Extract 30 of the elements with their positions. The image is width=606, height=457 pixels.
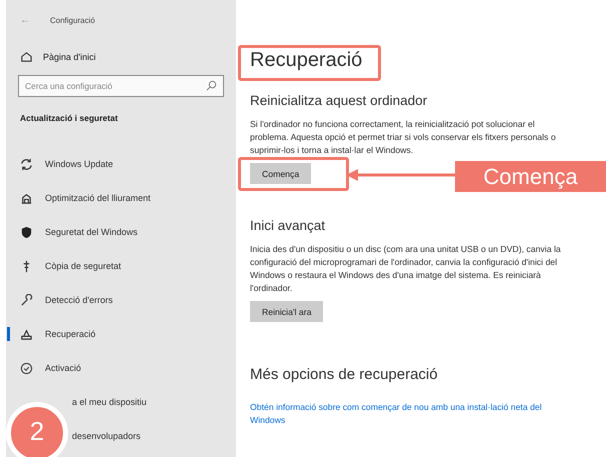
home-link[interactable]: Pàgina d'inici xyxy=(6,50,236,63)
section-heading: Inici avançat xyxy=(250,218,326,233)
sidebar-item[interactable]: Detecció d'errors xyxy=(6,283,236,317)
search-field[interactable]: Cerca una configuració xyxy=(18,75,224,97)
sidebar-item[interactable]: Recuperació xyxy=(6,317,236,351)
callout-label: Comença xyxy=(455,161,606,192)
section-heading: Més opcions de recuperació xyxy=(250,366,439,383)
check-icon xyxy=(20,362,33,374)
description: Si l'ordinador no funciona correctament, la reinicialització pot solucionar el problema. Aquesta opció et permet triar si vols conservar els fitxers personals o suprimir-los i torna a instal·lar el Windows. xyxy=(250,118,557,157)
wrench-icon xyxy=(20,294,33,306)
shield-icon xyxy=(20,226,33,238)
sidebar-item[interactable]: Seguretat del Windows xyxy=(6,215,236,249)
section-heading: Actualització i seguretat xyxy=(20,113,119,123)
sidebar-item[interactable]: Còpia de seguretat xyxy=(6,249,236,283)
sidebar-item[interactable]: Optimització del lliurament xyxy=(6,181,236,215)
page-title: Recuperació xyxy=(250,49,362,72)
section-heading: Reinicialitza aquest ordinador xyxy=(250,93,428,108)
sidebar-item[interactable]: Windows Update xyxy=(6,147,236,181)
description: Inicia des d'un dispositiu o un disc (com ara una unitat USB o un DVD), canvia la configuració del microprogramari de l'ordinador, canvia la configuració d'inici del Windows o restaura el Windows des d'una imatge del sistema. Es reiniciarà l'ordinador. xyxy=(250,243,562,295)
arrow-icon xyxy=(346,168,458,182)
help-link[interactable]: Obtén informació sobre com començar de nou amb una instal·lació neta del Windows xyxy=(250,401,570,427)
home-icon xyxy=(20,50,33,63)
sync-icon xyxy=(20,158,33,170)
sidebar-item[interactable]: a el meu dispositiu xyxy=(72,385,147,419)
sidebar-item[interactable]: desenvolupadors xyxy=(72,419,141,453)
search-icon xyxy=(205,79,218,92)
sidebar-item[interactable]: Activació xyxy=(6,351,236,385)
restart-button[interactable]: Reinicia'l ara xyxy=(250,301,324,322)
start-button[interactable]: Comença xyxy=(250,163,312,184)
window-title: Configuració xyxy=(50,16,95,24)
